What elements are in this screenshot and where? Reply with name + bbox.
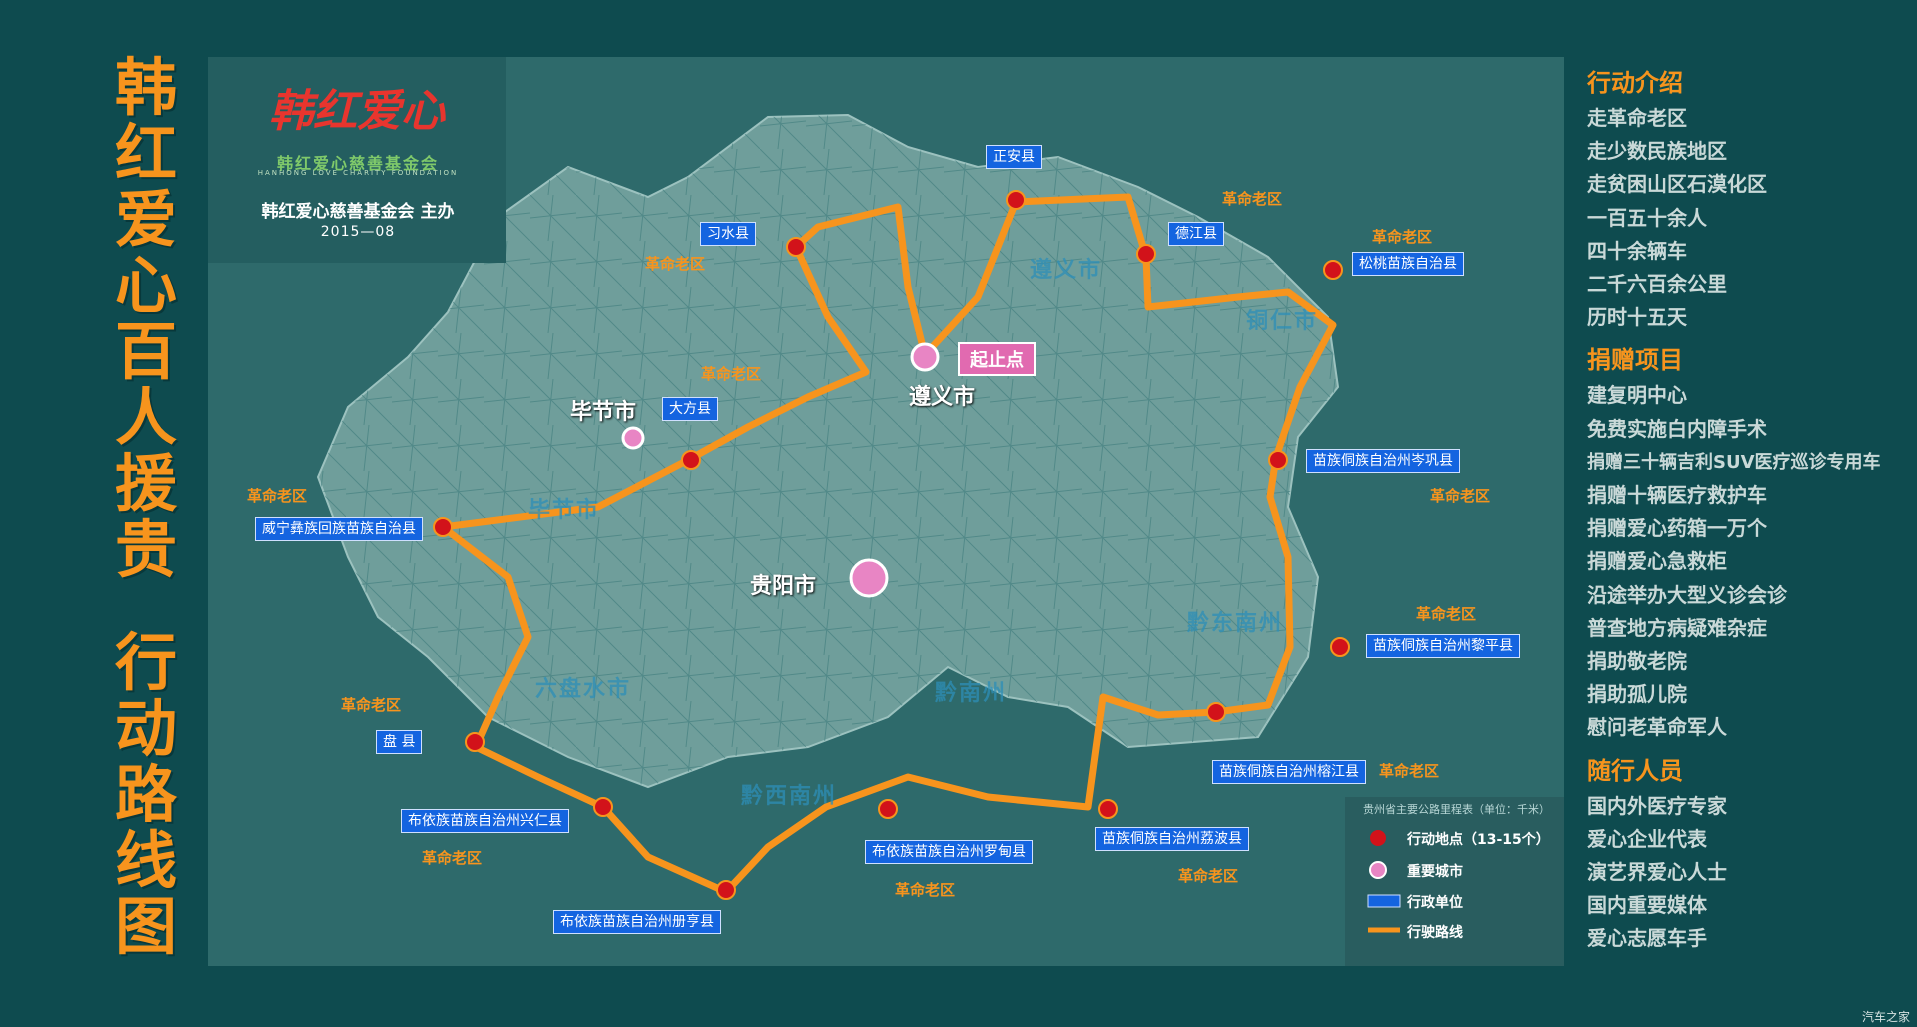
laoqu-label: 革命老区 <box>895 881 956 899</box>
info-column: 行动介绍 走革命老区 走少数民族地区 走贫困山区石漠化区 一百五十余人 四十余辆… <box>1587 57 1913 956</box>
city-icon <box>1369 861 1387 879</box>
stop-marker <box>1268 450 1288 470</box>
list-item: 免费实施白内障手术 <box>1587 416 1767 441</box>
city-guiyang: 贵阳市 <box>750 574 817 599</box>
stop-marker <box>1330 637 1350 657</box>
stop-label: 威宁彝族回族苗族自治县 <box>255 517 423 541</box>
legend-route: 行驶路线 <box>1407 925 1463 941</box>
stop-label: 大方县 <box>662 397 718 421</box>
stop-marker <box>1098 799 1118 819</box>
stop-marker <box>1136 244 1156 264</box>
laoqu-label: 革命老区 <box>1178 867 1239 885</box>
stop-marker <box>681 450 701 470</box>
list-item: 捐赠十辆医疗救护车 <box>1587 483 1767 508</box>
stop-label: 习水县 <box>700 222 756 246</box>
date: 2015—08 <box>320 224 396 240</box>
route-icon <box>1368 927 1400 933</box>
stop-marker <box>1206 702 1226 722</box>
laoqu-label: 革命老区 <box>247 487 308 505</box>
legend-city: 重要城市 <box>1407 864 1463 880</box>
list-item: 走贫困山区石漠化区 <box>1587 172 1767 197</box>
stop-marker <box>786 237 806 257</box>
legend-action: 行动地点（13-15个） <box>1407 832 1550 848</box>
list-item: 普查地方病疑难杂症 <box>1587 615 1767 640</box>
list-item: 二千六百余公里 <box>1587 272 1727 297</box>
section-heading: 随行人员 <box>1587 756 1683 785</box>
stop-label: 苗族侗族自治州岑巩县 <box>1306 449 1460 473</box>
list-item: 历时十五天 <box>1587 305 1687 330</box>
city-marker-bijie <box>621 426 645 450</box>
list-item: 捐助孤儿院 <box>1587 682 1687 707</box>
list-item: 捐赠三十辆吉利SUV医疗巡诊专用车 <box>1587 451 1881 473</box>
stop-label: 德江县 <box>1168 222 1224 246</box>
list-item: 沿途举办大型义诊会诊 <box>1587 582 1787 607</box>
action-stop-icon <box>1370 830 1386 846</box>
section-heading: 捐赠项目 <box>1587 346 1683 375</box>
legend-admin: 行政单位 <box>1407 895 1463 911</box>
stop-marker <box>1323 260 1343 280</box>
list-item: 捐赠爱心急救柜 <box>1587 549 1727 574</box>
laoqu-label: 革命老区 <box>341 696 402 714</box>
admin-unit-icon <box>1367 894 1401 908</box>
city-zunyi: 遵义市 <box>909 385 976 410</box>
stop-label: 正安县 <box>986 145 1042 169</box>
logo-en: HANHONG LOVE CHARITY FOUNDATION <box>257 169 459 177</box>
stop-label: 苗族侗族自治州榕江县 <box>1212 760 1366 784</box>
stop-label: 布依族苗族自治州册亨县 <box>553 910 721 934</box>
start-end-badge: 起止点 <box>958 342 1036 376</box>
stop-marker <box>1006 190 1026 210</box>
stop-label: 布依族苗族自治州罗甸县 <box>865 840 1033 864</box>
laoqu-label: 革命老区 <box>422 849 483 867</box>
laoqu-label: 革命老区 <box>1430 487 1491 505</box>
laoqu-label: 革命老区 <box>1379 762 1440 780</box>
stop-label: 布依族苗族自治州兴仁县 <box>401 809 569 833</box>
list-item: 一百五十余人 <box>1587 205 1707 230</box>
laoqu-label: 革命老区 <box>1222 190 1283 208</box>
list-item: 四十余辆车 <box>1587 238 1687 263</box>
foundation-logo: 韩红爱心 <box>269 86 445 137</box>
list-item: 演艺界爱心人士 <box>1587 860 1727 885</box>
stop-marker <box>716 880 736 900</box>
title-line-1: 韩红爱心百人援贵 <box>114 51 177 586</box>
region-label: 毕节市 <box>528 498 601 523</box>
list-item: 爱心企业代表 <box>1587 826 1707 851</box>
stop-label: 盘 县 <box>376 730 423 754</box>
city-marker-guiyang <box>849 558 889 598</box>
city-marker-zunyi <box>910 342 940 372</box>
stop-label: 苗族侗族自治州黎平县 <box>1366 634 1520 658</box>
region-label: 六盘水市 <box>535 677 632 702</box>
list-item: 爱心志愿车手 <box>1587 926 1707 951</box>
stop-label: 苗族侗族自治州荔波县 <box>1095 827 1249 851</box>
map-legend: 贵州省主要公路里程表（单位：千米） 行动地点（13-15个） 重要城市 行政单位… <box>1345 797 1564 966</box>
laoqu-label: 革命老区 <box>645 255 706 273</box>
laoqu-label: 革命老区 <box>1416 605 1477 623</box>
laoqu-label: 革命老区 <box>701 365 762 383</box>
list-item: 建复明中心 <box>1587 383 1687 408</box>
section-heading: 行动介绍 <box>1587 69 1683 97</box>
title-line-2: 行动路线图 <box>114 626 177 963</box>
watermark: 汽车之家 <box>1862 1010 1911 1024</box>
laoqu-label: 革命老区 <box>1372 228 1433 246</box>
list-item: 慰问老革命军人 <box>1587 715 1727 740</box>
legend-heading: 贵州省主要公路里程表（单位：千米） <box>1363 803 1550 816</box>
list-item: 国内外医疗专家 <box>1587 793 1727 818</box>
stop-label: 松桃苗族自治县 <box>1352 252 1464 276</box>
city-bijie: 毕节市 <box>570 400 637 425</box>
stop-marker <box>465 732 485 752</box>
region-label: 黔西南州 <box>741 784 838 809</box>
stop-marker <box>593 797 613 817</box>
organizer: 韩红爱心慈善基金会 主办 <box>261 202 455 222</box>
list-item: 走少数民族地区 <box>1587 139 1727 164</box>
list-item: 捐赠爱心药箱一万个 <box>1587 516 1767 541</box>
list-item: 走革命老区 <box>1587 106 1687 130</box>
list-item: 国内重要媒体 <box>1587 893 1707 918</box>
region-label: 遵义市 <box>1030 258 1103 283</box>
region-label: 黔东南州 <box>1187 611 1284 636</box>
stop-marker <box>878 799 898 819</box>
stop-marker <box>433 517 453 537</box>
region-label: 黔南州 <box>935 681 1008 706</box>
region-label: 铜仁市 <box>1246 309 1319 334</box>
list-item: 捐助敬老院 <box>1587 649 1687 674</box>
